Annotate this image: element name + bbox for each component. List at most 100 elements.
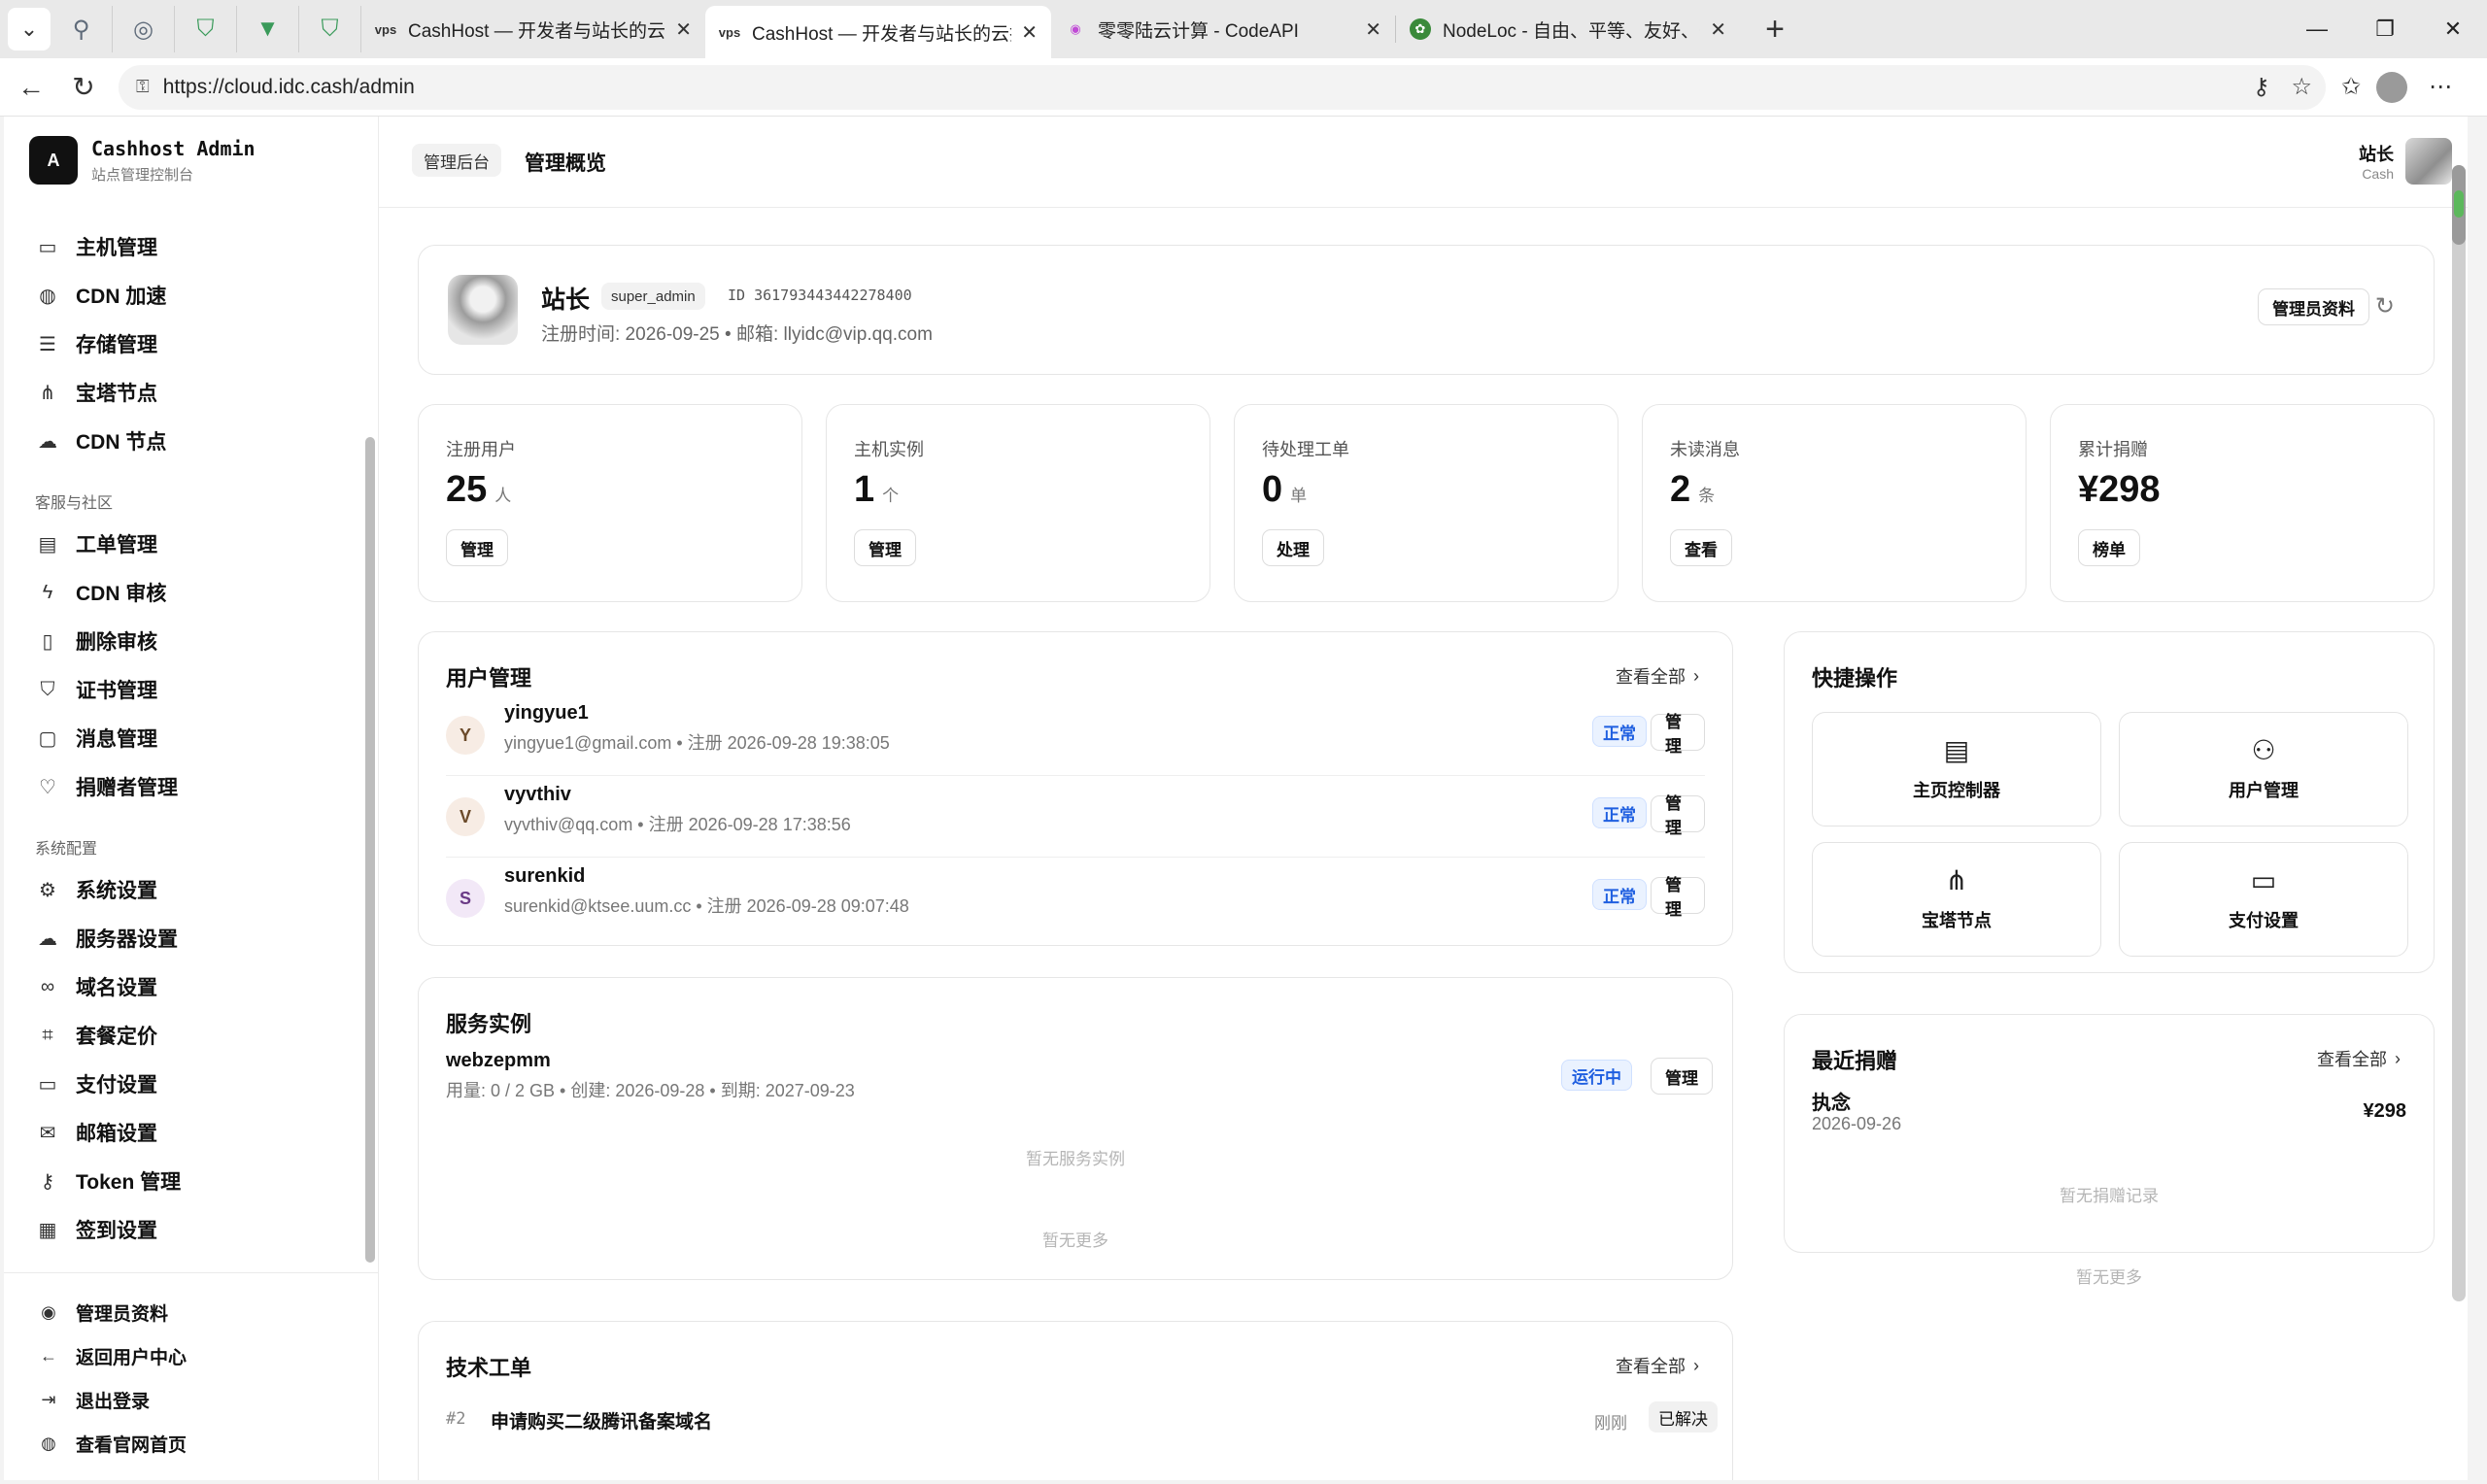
sidebar-scrollbar[interactable] [365, 437, 375, 1263]
star-icon[interactable]: ☆ [2291, 73, 2312, 101]
sidebar-item-server-settings[interactable]: ☁ 服务器设置 [35, 919, 178, 958]
favorites-icon[interactable]: ✩ [2330, 66, 2372, 109]
sidebar-group-system: 系统配置 [35, 841, 98, 858]
close-icon[interactable]: ✕ [1365, 17, 1381, 42]
url-text[interactable]: https://cloud.idc.cash/admin [163, 76, 2231, 99]
sidebar-item-messages[interactable]: ▢ 消息管理 [35, 719, 157, 758]
sidebar-item-mail[interactable]: ✉ 邮箱设置 [35, 1113, 157, 1152]
quick-action-payment-settings[interactable]: ▭ 支付设置 [2119, 842, 2408, 957]
stat-donations-button[interactable]: 榜单 [2078, 529, 2140, 566]
new-tab-button[interactable]: + [1754, 8, 1796, 51]
sidebar-item-payment[interactable]: ▭ 支付设置 [35, 1064, 157, 1103]
status-badge: 运行中 [1561, 1060, 1632, 1091]
browser-tab-2-active[interactable]: vps CashHost — 开发者与站长的云托管 ✕ [705, 6, 1051, 58]
stat-instances-button[interactable]: 管理 [854, 529, 916, 566]
pinned-tab-globe[interactable]: ◎ [113, 6, 175, 52]
globe-icon: ◎ [133, 16, 153, 43]
header-user[interactable]: 站长 Cash [2359, 138, 2452, 185]
pinned-tab-shield-1[interactable]: ⛉ [175, 6, 237, 52]
pinned-tab-search[interactable]: ⚲ [51, 6, 113, 52]
profile-meta: 注册时间: 2026-09-25 • 邮箱: llyidc@vip.qq.com [541, 324, 933, 345]
quick-action-user-management[interactable]: ⚇ 用户管理 [2119, 712, 2408, 826]
chevron-down-icon: ⌄ [19, 17, 39, 41]
more-icon[interactable]: ⋯ [2419, 66, 2462, 109]
breadcrumb[interactable]: 管理后台 [412, 144, 501, 177]
pinned-tab-vue[interactable]: ▼ [237, 6, 299, 52]
avatar: V [446, 797, 485, 836]
manage-instance-button[interactable]: 管理 [1651, 1058, 1713, 1095]
page-scrollbar[interactable] [2452, 165, 2466, 1301]
sidebar-item-delete-review[interactable]: ▯ 删除审核 [35, 622, 157, 660]
shield-icon: ⛉ [40, 678, 55, 700]
sidebar-item-checkin[interactable]: ▦ 签到设置 [35, 1210, 157, 1249]
avatar[interactable] [2405, 138, 2452, 185]
search-icon: ⚲ [72, 16, 90, 43]
sidebar-item-token[interactable]: ⚷ Token 管理 [35, 1162, 181, 1200]
donor-name: 执念 [1812, 1093, 1851, 1114]
brand[interactable]: A Cashhost Admin 站点管理控制台 [29, 136, 256, 185]
lightning-icon: ϟ [42, 581, 53, 603]
manage-user-button[interactable]: 管理 [1651, 876, 1705, 919]
sidebar-item-cdn-review[interactable]: ϟ CDN 审核 [35, 573, 167, 612]
leaf-favicon-icon: ✿ [1410, 18, 1431, 40]
tab-list-button[interactable]: ⌄ [8, 8, 51, 51]
card-icon: ▭ [38, 1073, 57, 1096]
manage-user-button[interactable]: 管理 [1651, 794, 1705, 837]
sidebar-footer-logout[interactable]: ⇥ 退出登录 [37, 1383, 150, 1416]
sidebar-item-cdn[interactable]: ◍ CDN 加速 [35, 276, 166, 315]
sidebar-item-hosts[interactable]: ▭ 主机管理 [35, 227, 157, 266]
window-close-button[interactable]: ✕ [2419, 0, 2487, 58]
sidebar-footer-back-user-center[interactable]: ← 返回用户中心 [37, 1339, 187, 1372]
view-all-donations-link[interactable]: 查看全部 › [2317, 1046, 2401, 1071]
pinned-tab-shield-2[interactable]: ⛉ [299, 6, 361, 52]
page-title: 管理概览 [525, 152, 606, 175]
ticket-subject[interactable]: 申请购买二级腾讯备案域名 [491, 1407, 712, 1433]
profile-avatar[interactable] [2376, 71, 2407, 103]
quick-action-homepage-controller[interactable]: ▤ 主页控制器 [1812, 712, 2101, 826]
window-controls: — ❐ ✕ [2283, 0, 2487, 58]
close-icon[interactable]: ✕ [675, 17, 692, 42]
shield-icon: ⛉ [321, 16, 339, 42]
minimize-button[interactable]: — [2283, 0, 2351, 58]
empty-donations-text: 暂无捐赠记录 [2060, 1187, 2159, 1205]
close-icon[interactable]: ✕ [1710, 17, 1726, 42]
sidebar-item-bt-nodes[interactable]: ⋔ 宝塔节点 [35, 373, 157, 412]
sidebar-footer-admin-profile[interactable]: ◉ 管理员资料 [37, 1296, 168, 1329]
quick-action-bt-nodes[interactable]: ⋔ 宝塔节点 [1812, 842, 2101, 957]
back-button[interactable]: ← [10, 66, 52, 109]
brand-title: Cashhost Admin [91, 136, 256, 160]
reload-button[interactable]: ↻ [62, 66, 105, 109]
sidebar-item-pricing[interactable]: ⌗ 套餐定价 [35, 1016, 157, 1055]
site-info-icon[interactable]: ⚿ [136, 77, 150, 97]
manage-user-button[interactable]: 管理 [1651, 713, 1705, 756]
role-badge: super_admin [601, 283, 705, 310]
profile-name: 站长 [541, 287, 591, 314]
profile-id: ID 3617934434422784​00 [728, 287, 912, 304]
sidebar-item-storage[interactable]: ☰ 存储管理 [35, 324, 157, 363]
ticket-time: 刚刚 [1594, 1414, 1627, 1433]
restore-button[interactable]: ❐ [2351, 0, 2419, 58]
sidebar-item-certificates[interactable]: ⛉ 证书管理 [35, 670, 158, 709]
sidebar-item-domain-settings[interactable]: ∞ 域名设置 [35, 967, 157, 1006]
browser-tab-3[interactable]: ◉ 零零陆云计算 - CodeAPI ✕ [1051, 6, 1395, 52]
sidebar-footer-homepage[interactable]: ◍ 查看官网首页 [37, 1427, 187, 1460]
refresh-icon[interactable]: ↻ [2375, 292, 2395, 320]
close-icon[interactable]: ✕ [1021, 20, 1038, 45]
status-badge: 正常 [1592, 716, 1647, 747]
stat-messages-button[interactable]: 查看 [1670, 529, 1732, 566]
stat-tickets-button[interactable]: 处理 [1262, 529, 1324, 566]
address-bar[interactable]: ⚿ https://cloud.idc.cash/admin ⚷ ☆ [119, 64, 2326, 110]
sidebar-item-donors[interactable]: ♡ 捐赠者管理 [35, 767, 178, 806]
key-icon[interactable]: ⚷ [2253, 73, 2270, 101]
sidebar-item-tickets[interactable]: ▤ 工单管理 [35, 524, 157, 563]
stat-users-button[interactable]: 管理 [446, 529, 508, 566]
globe-icon: ◍ [39, 285, 56, 307]
network-icon: ⋔ [39, 382, 56, 404]
view-all-users-link[interactable]: 查看全部 › [1616, 663, 1699, 689]
view-all-tickets-link[interactable]: 查看全部 › [1616, 1353, 1699, 1378]
sidebar-item-cdn-nodes[interactable]: ☁ CDN 节点 [35, 422, 166, 460]
sidebar-item-system-settings[interactable]: ⚙ 系统设置 [35, 870, 157, 909]
browser-tab-4[interactable]: ✿ NodeLoc - 自由、平等、友好、开放 ✕ [1396, 6, 1740, 52]
admin-profile-button[interactable]: 管理员资料 [2258, 288, 2369, 325]
browser-tab-1[interactable]: vps CashHost — 开发者与站长的云托管 ✕ [361, 6, 705, 52]
